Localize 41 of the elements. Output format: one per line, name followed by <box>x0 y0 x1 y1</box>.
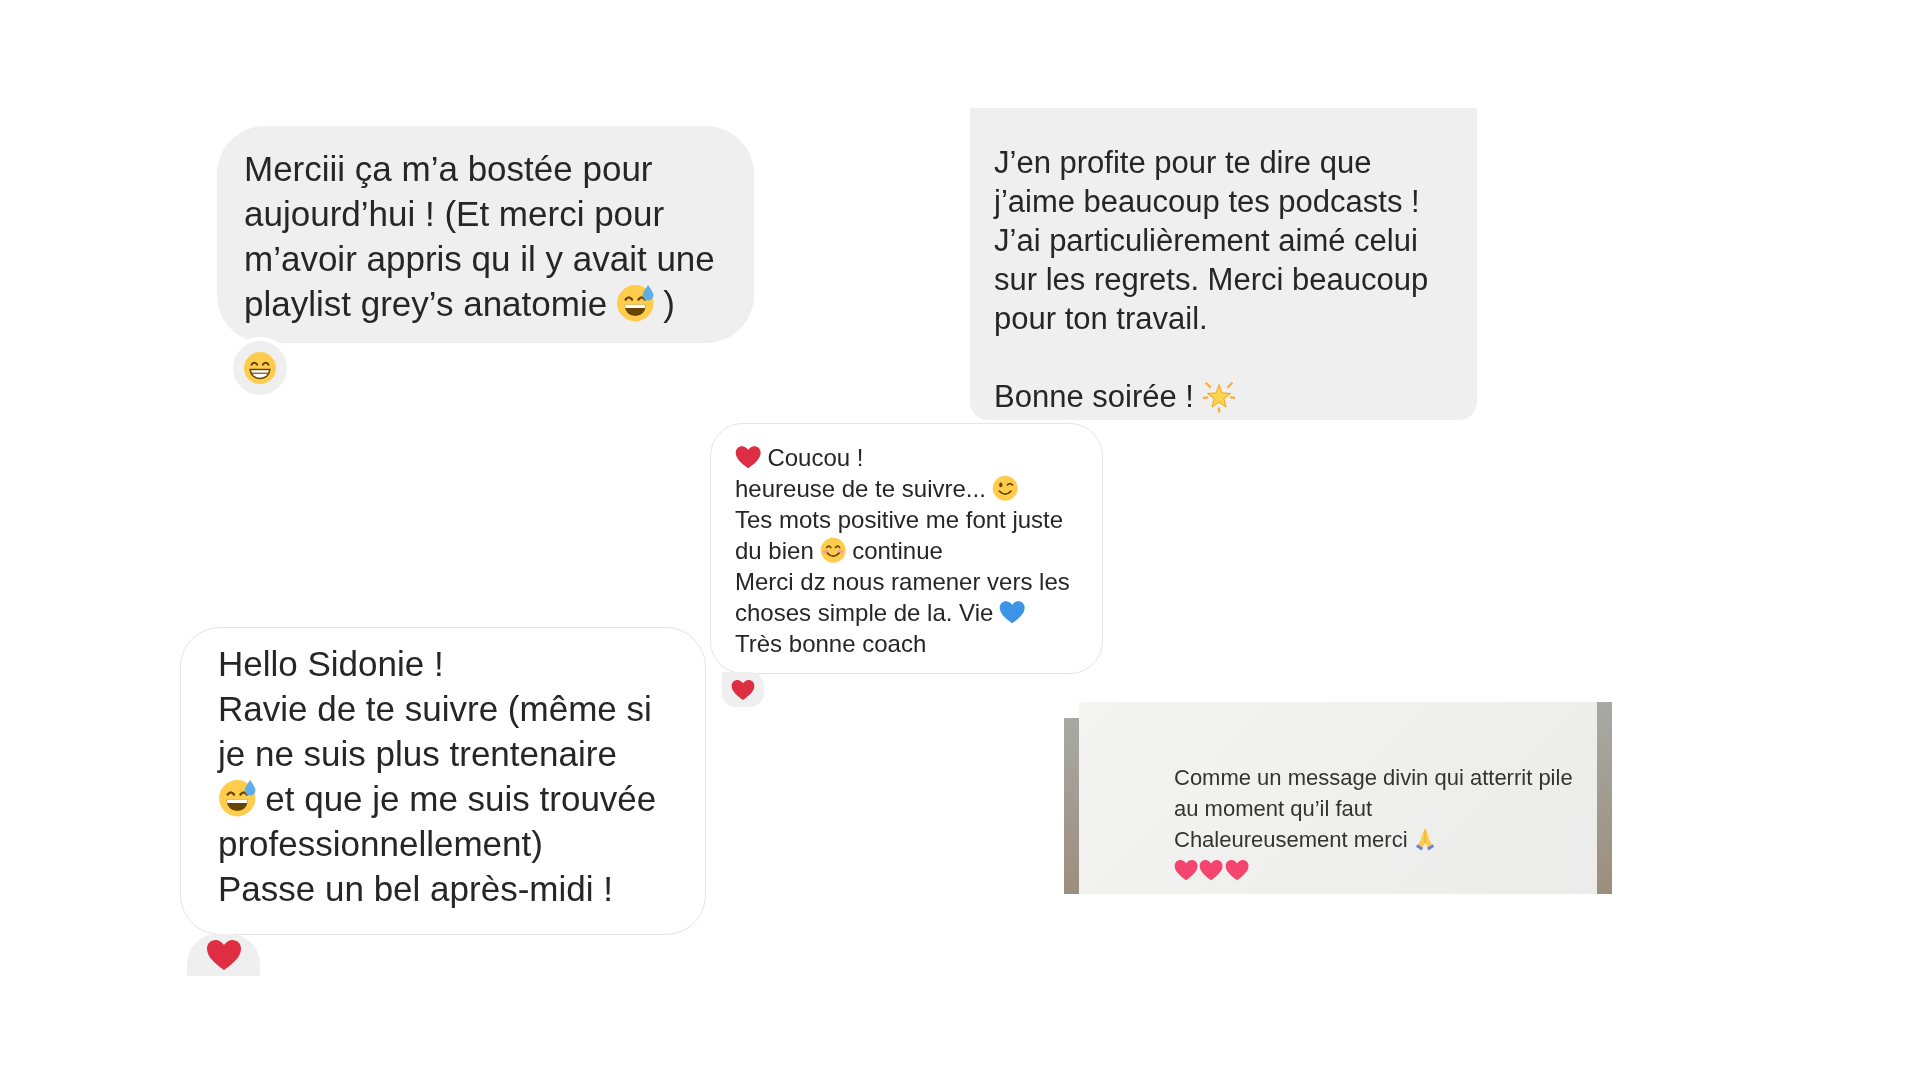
message-text: je ne suis plus trentenaire <box>218 733 617 775</box>
smiling-face-sweat-drop-icon <box>218 779 257 818</box>
message-text: Chaleureusement merci <box>1174 826 1408 854</box>
heart-icon <box>731 677 755 702</box>
heart-icon <box>1199 858 1224 883</box>
winking-face-icon <box>991 475 1019 502</box>
message-text: du bien <box>735 536 814 566</box>
message-text: Coucou ! <box>767 443 864 473</box>
message-text: heureuse de te suivre... <box>735 474 986 504</box>
blushing-face-icon <box>819 537 847 564</box>
message-text: pour ton travail. <box>994 300 1208 338</box>
glowing-star-icon <box>1201 379 1236 414</box>
message-text: Hello Sidonie ! <box>218 643 444 685</box>
heart-icon <box>735 444 762 471</box>
heart-icon <box>1224 858 1249 883</box>
heart-icon <box>1174 858 1199 883</box>
heart-icon <box>205 937 242 973</box>
message-text: J’en profite pour te dire que <box>994 144 1372 182</box>
message-text: Comme un message divin qui atterrit pile <box>1174 764 1573 792</box>
message-text: choses simple de la. Vie <box>735 598 994 628</box>
message-text: aujourd’hui ! (Et merci pour <box>244 193 665 235</box>
grinning-face-icon <box>243 351 277 385</box>
message-text: professionnellement) <box>218 823 543 865</box>
message-text: Merciii ça m’a bostée pour <box>244 148 653 190</box>
message-text: au moment qu’il faut <box>1174 795 1373 823</box>
message-text: m’avoir appris qu il y avait une <box>244 238 715 280</box>
message-text: j’aime beaucoup tes podcasts ! <box>994 183 1420 221</box>
message-text: Merci dz nous ramener vers les <box>735 567 1070 597</box>
message-text: playlist grey’s anatomie <box>244 283 608 325</box>
message-text: sur les regrets. Merci beaucoup <box>994 261 1429 299</box>
smiling-face-sweat-drop-icon <box>615 284 655 323</box>
message-text: Tes mots positive me font juste <box>735 505 1064 535</box>
message-text: Passe un bel après-midi ! <box>218 868 613 910</box>
message-text: continue <box>852 536 943 566</box>
message-text: ) <box>663 283 675 325</box>
message-text: et que je me suis trouvée <box>265 778 657 820</box>
message-text: Bonne soirée ! <box>994 378 1194 416</box>
message-text: Très bonne coach <box>735 629 927 659</box>
message-text: J’ai particulièrement aimé celui <box>994 222 1418 260</box>
message-text: Ravie de te suivre (même si <box>218 688 652 730</box>
heart-icon <box>999 599 1026 626</box>
